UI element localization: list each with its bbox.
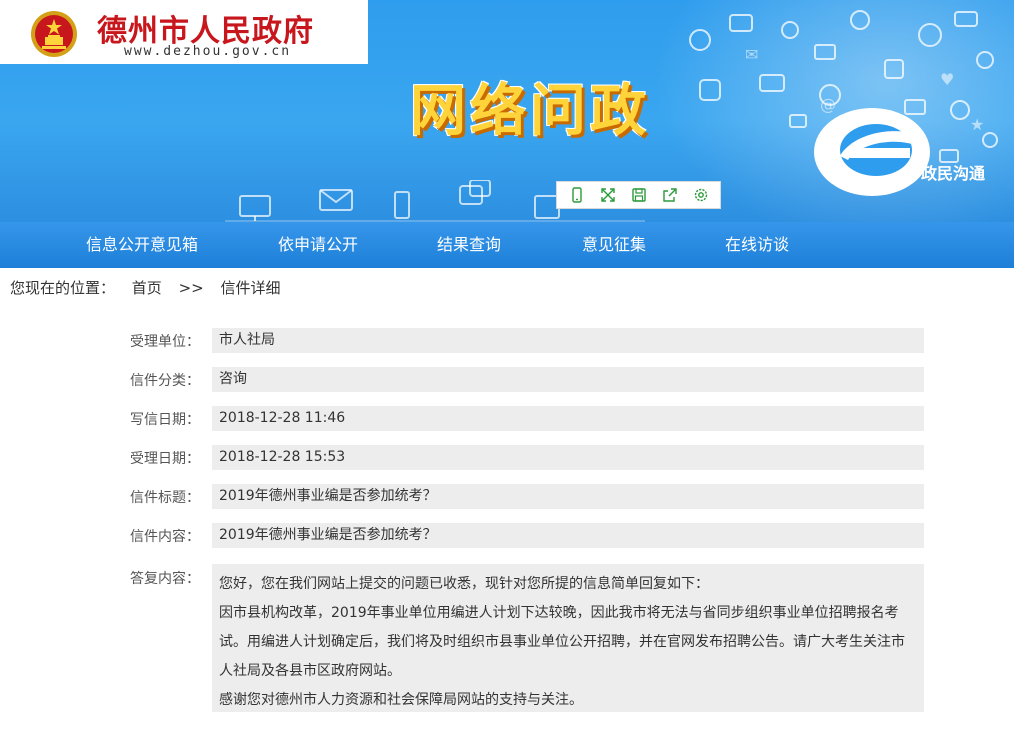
save-button[interactable] [628, 184, 650, 206]
letter-category-value: 咨询 [212, 367, 924, 392]
share-button[interactable] [659, 184, 681, 206]
fullscreen-icon [600, 188, 615, 202]
main-nav: 信息公开意见箱 依申请公开 结果查询 意见征集 在线访谈 [0, 222, 1014, 268]
svg-text:✉: ✉ [745, 45, 758, 64]
receiving-unit-label: 受理单位： [130, 334, 200, 350]
letter-title-value: 2019年德州事业编是否参加统考？ [212, 484, 924, 509]
breadcrumb: 您现在的位置： 首页 >> 信件详细 [10, 276, 293, 300]
nav-item-result-query[interactable]: 结果查询 [437, 222, 501, 268]
accept-date-label: 受理日期： [130, 451, 200, 467]
page-toolbar [556, 181, 721, 209]
letter-content-value: 2019年德州事业编是否参加统考？ [212, 523, 924, 548]
nav-item-application-disclosure[interactable]: 依申请公开 [278, 222, 358, 268]
settings-icon [694, 188, 707, 202]
reply-line: 您好，您在我们网站上提交的问题已收悉，现针对您所提的信息简单回复如下： [219, 576, 709, 592]
reply-line: 人社局及各县市区政府网站。 [219, 663, 401, 679]
logo-area[interactable]: 德州市人民政府 www.dezhou.gov.cn [0, 0, 368, 64]
fullscreen-button[interactable] [597, 184, 619, 206]
banner-title: 网络问政 [410, 79, 650, 144]
reply-content-value: 您好，您在我们网站上提交的问题已收悉，现针对您所提的信息简单回复如下： 因市县机… [212, 564, 924, 712]
save-icon [631, 188, 646, 202]
breadcrumb-separator: >> [178, 279, 204, 297]
letter-title-label: 信件标题： [130, 490, 200, 506]
site-url: www.dezhou.gov.cn [124, 44, 292, 59]
write-date-label: 写信日期： [130, 412, 200, 428]
letter-category-label: 信件分类： [130, 373, 200, 389]
reply-line: 感谢您对德州市人力资源和社会保障局网站的支持与关注。 [219, 692, 583, 708]
header-banner: @ ♥ ✉ ★ 德州市人民政府 www.dezhou.gov.cn 网络问政 政… [0, 0, 1014, 222]
breadcrumb-prefix: 您现在的位置： [10, 279, 116, 297]
accept-date-value: 2018-12-28 15:53 [212, 445, 924, 470]
svg-text:★: ★ [970, 115, 984, 134]
receiving-unit-value: 市人社局 [212, 328, 924, 353]
letter-content-label: 信件内容： [130, 529, 200, 545]
mobile-icon [571, 187, 582, 203]
reply-line: 因市县机构改革，2019年事业单位用编进人计划下达较晚，因此我市将无法与省同步组… [219, 605, 899, 621]
nav-item-opinion-collection[interactable]: 意见征集 [582, 222, 646, 268]
nav-item-info-mailbox[interactable]: 信息公开意见箱 [86, 222, 198, 268]
reply-content-label: 答复内容： [130, 571, 200, 587]
reply-line: 试。用编进人计划确定后，我们将及时组织市县事业单位公开招聘，并在官网发布招聘公告… [219, 634, 905, 650]
e-logo-icon [814, 108, 930, 196]
brand-text: 政民沟通 [921, 164, 986, 183]
national-emblem-icon [31, 11, 77, 57]
svg-text:♥: ♥ [940, 70, 954, 89]
breadcrumb-current: 信件详细 [220, 279, 281, 297]
nav-item-online-interview[interactable]: 在线访谈 [725, 222, 789, 268]
breadcrumb-home-link[interactable]: 首页 [132, 279, 162, 297]
settings-button[interactable] [690, 184, 712, 206]
share-icon [662, 188, 677, 202]
write-date-value: 2018-12-28 11:46 [212, 406, 924, 431]
mobile-button[interactable] [566, 184, 588, 206]
